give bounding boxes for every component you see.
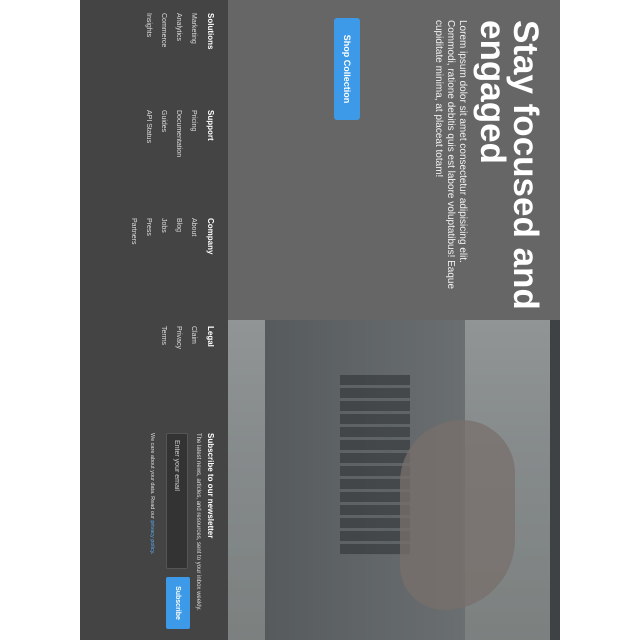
footer-link-item[interactable]: Guides: [159, 110, 167, 157]
footer-column-legal: Legal Claim Privacy Terms: [152, 326, 215, 349]
footer-link[interactable]: Marketing: [190, 13, 197, 44]
footer-link-item[interactable]: About: [189, 218, 197, 254]
footer-link-item[interactable]: Privacy: [174, 326, 182, 349]
privacy-note-text: We care about your data. Read our: [149, 433, 155, 521]
hero-panel: Stay focused and engaged Lorem ipsum dol…: [228, 0, 560, 320]
footer-heading: Solutions: [206, 13, 215, 50]
footer-link[interactable]: Blog: [175, 218, 182, 232]
privacy-note: We care about your data. Read our privac…: [148, 433, 155, 633]
footer-column-company: Company About Blog Jobs Press Partners: [122, 218, 215, 254]
footer-link[interactable]: Claim: [190, 326, 197, 344]
hero-description: Lorem ipsum dolor sit amet consectetur a…: [433, 20, 468, 290]
footer-column-solutions: Solutions Marketing Analytics Commerce I…: [137, 13, 215, 49]
footer-link-item[interactable]: Marketing: [189, 13, 197, 49]
footer-link-item[interactable]: Analytics: [174, 13, 182, 49]
footer-link-item[interactable]: API Status: [144, 110, 152, 157]
footer-link[interactable]: Press: [145, 218, 152, 236]
page-frame: Stay focused and engaged Lorem ipsum dol…: [80, 0, 560, 640]
footer-link[interactable]: Insights: [145, 13, 152, 37]
footer-link-item[interactable]: Documentation: [174, 110, 182, 157]
footer-heading: Support: [206, 110, 215, 141]
subscribe-button[interactable]: Subscribe: [166, 577, 190, 629]
footer-link[interactable]: Documentation: [175, 110, 182, 157]
hero-content: Stay focused and engaged Lorem ipsum dol…: [432, 20, 545, 310]
footer-link-item[interactable]: Terms: [159, 326, 167, 349]
footer-link[interactable]: About: [190, 218, 197, 236]
footer-link[interactable]: Guides: [160, 110, 167, 132]
newsletter-description: The latest news, articles, and resources…: [195, 433, 201, 611]
newsletter-heading: Subscribe to our newsletter: [206, 433, 215, 539]
hero-title: Stay focused and engaged: [473, 20, 545, 310]
footer-link-item[interactable]: Blog: [174, 218, 182, 254]
footer-link[interactable]: API Status: [145, 110, 152, 143]
footer-heading: Company: [206, 218, 215, 255]
footer-link[interactable]: Pricing: [190, 110, 197, 131]
footer-link[interactable]: Commerce: [160, 13, 167, 47]
footer-link-item[interactable]: Claim: [189, 326, 197, 349]
newsletter-form: Subscribe: [164, 433, 190, 633]
footer-heading: Legal: [206, 326, 215, 347]
footer-link-item[interactable]: Press: [144, 218, 152, 254]
footer-link[interactable]: Analytics: [175, 13, 182, 41]
footer-link[interactable]: Terms: [160, 326, 167, 345]
hero-section: Stay focused and engaged Lorem ipsum dol…: [228, 0, 560, 640]
footer-link-item[interactable]: Commerce: [159, 13, 167, 49]
footer-column-support: Support Pricing Documentation Guides API…: [137, 110, 215, 157]
hero-image: [228, 320, 560, 640]
footer-link[interactable]: Jobs: [160, 218, 167, 233]
privacy-policy-link[interactable]: privacy policy: [149, 520, 155, 553]
footer-link-item[interactable]: Pricing: [189, 110, 197, 157]
footer: Solutions Marketing Analytics Commerce I…: [80, 0, 228, 640]
footer-link-item[interactable]: Insights: [144, 13, 152, 49]
shop-collection-button[interactable]: Shop Collection: [334, 18, 360, 120]
email-field[interactable]: [166, 433, 188, 569]
footer-link-item[interactable]: Jobs: [159, 218, 167, 254]
photo-overlay: [228, 320, 560, 640]
footer-link[interactable]: Privacy: [175, 326, 182, 349]
footer-link-item[interactable]: Partners: [129, 218, 137, 254]
privacy-note-end: .: [149, 552, 155, 555]
footer-link[interactable]: Partners: [130, 218, 137, 244]
rotated-page: Stay focused and engaged Lorem ipsum dol…: [80, 0, 560, 640]
newsletter: Subscribe to our newsletter The latest n…: [148, 433, 215, 633]
